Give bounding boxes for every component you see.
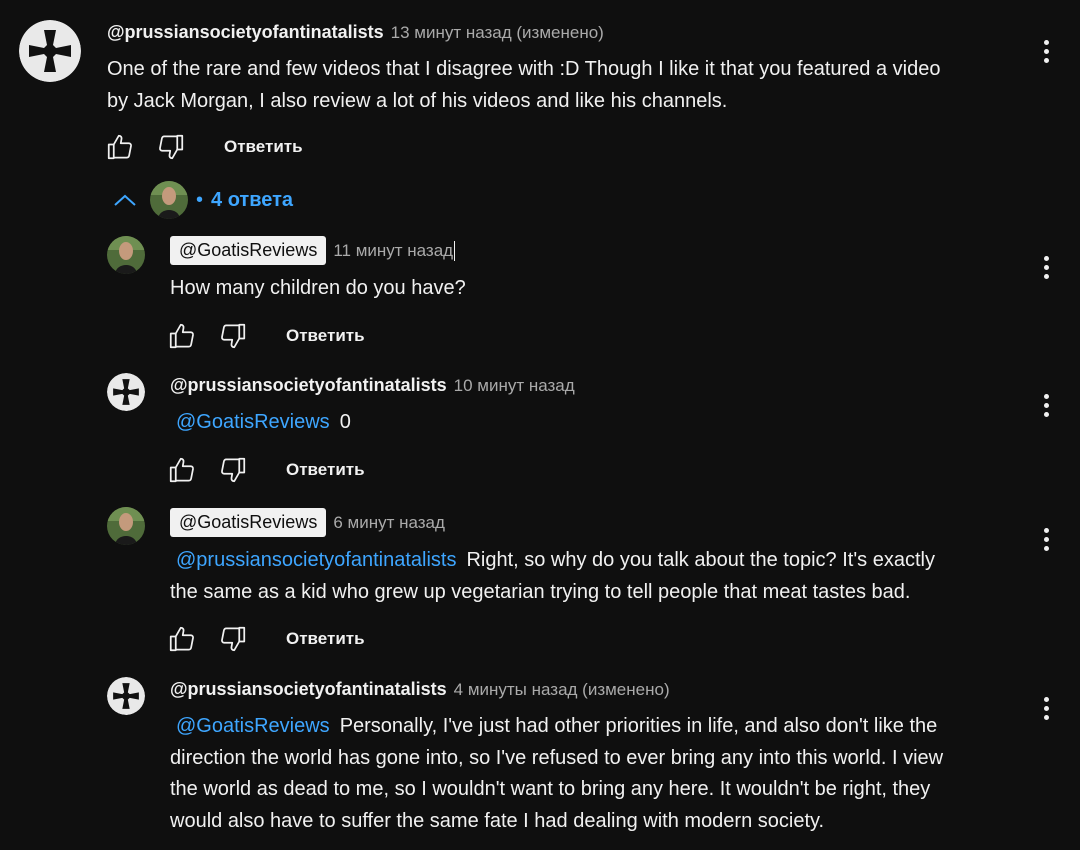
thumbs-down-icon[interactable] xyxy=(216,319,250,353)
person-avatar-icon xyxy=(150,181,188,219)
comment-text-line: How many children do you have? xyxy=(170,277,466,299)
comment-actions: Ответить xyxy=(165,622,365,656)
timestamp[interactable]: 13 минут назад (изменено) xyxy=(391,23,604,43)
comment-actions: Ответить xyxy=(165,453,365,487)
timestamp[interactable]: 10 минут назад xyxy=(454,376,575,396)
more-vert-icon[interactable] xyxy=(1036,250,1056,284)
more-vert-icon[interactable] xyxy=(1036,388,1056,422)
comment-text-span: Right, so why do you talk about the topi… xyxy=(466,549,935,571)
comment-actions: Ответить xyxy=(103,130,303,164)
timestamp[interactable]: 4 минуты назад (изменено) xyxy=(454,680,670,700)
comment-text: @GoatisReviews Personally, I've just had … xyxy=(170,711,943,837)
thumbs-up-icon[interactable] xyxy=(165,319,199,353)
thumbs-down-icon[interactable] xyxy=(216,622,250,656)
comment-text: @prussiansocietyofantinatalists Right, so… xyxy=(170,545,935,608)
thumbs-down-icon[interactable] xyxy=(216,453,250,487)
mention-link[interactable]: @GoatisReviews xyxy=(176,715,330,737)
author-name[interactable]: @prussiansocietyofantinatalists xyxy=(170,679,447,700)
reply-button[interactable]: Ответить xyxy=(286,629,365,649)
comment-header: @GoatisReviews 11 минут назад xyxy=(170,236,456,265)
timestamp[interactable]: 11 минут назад xyxy=(333,241,453,261)
thumbs-down-icon[interactable] xyxy=(154,130,188,164)
comment-text: @GoatisReviews 0 xyxy=(170,407,351,439)
author-name[interactable]: @prussiansocietyofantinatalists xyxy=(107,22,384,43)
thumbs-up-icon[interactable] xyxy=(165,453,199,487)
separator: • xyxy=(196,188,204,211)
author-name[interactable]: @GoatisReviews xyxy=(170,236,327,265)
cross-avatar-icon[interactable] xyxy=(107,677,145,715)
comment-text-line: One of the rare and few videos that I di… xyxy=(107,58,941,80)
cross-avatar-icon[interactable] xyxy=(107,373,145,411)
comment-text-line: @GoatisReviews Personally, I've just had … xyxy=(170,711,943,743)
comment-text-line: the world as dead to me, so I wouldn't w… xyxy=(170,778,931,800)
reply-button[interactable]: Ответить xyxy=(286,326,365,346)
replies-count[interactable]: 4 ответа xyxy=(211,189,293,212)
thumbs-up-icon[interactable] xyxy=(103,130,137,164)
comment-actions: Ответить xyxy=(165,319,365,353)
comment-text-span: Personally, I've just had other prioriti… xyxy=(339,715,938,737)
comment-text-span: 0 xyxy=(339,411,351,433)
comment-header: @GoatisReviews 6 минут назад xyxy=(170,508,445,537)
author-name[interactable]: @GoatisReviews xyxy=(170,508,327,537)
person-avatar-icon[interactable] xyxy=(107,236,145,274)
comment-header: @prussiansocietyofantinatalists 10 минут… xyxy=(170,375,575,396)
comment-text-line: direction the world has gone into, so I'… xyxy=(170,746,944,769)
text-cursor xyxy=(454,240,456,261)
comment-text-line: the same as a kid who grew up vegetarian… xyxy=(170,580,911,603)
chevron-up-icon[interactable] xyxy=(112,190,138,210)
comment-text-line: @prussiansocietyofantinatalists Right, so… xyxy=(170,545,935,577)
timestamp[interactable]: 6 минут назад xyxy=(333,513,445,533)
comment-text-line: would also have to suffer the same fate … xyxy=(170,809,825,832)
comment-text-line: by Jack Morgan, I also review a lot of h… xyxy=(107,89,728,112)
replies-toggle[interactable]: • 4 ответа xyxy=(112,181,293,219)
mention-link[interactable]: @prussiansocietyofantinatalists xyxy=(176,549,456,571)
more-vert-icon[interactable] xyxy=(1036,691,1056,725)
reply-button[interactable]: Ответить xyxy=(224,137,303,157)
comment-header: @prussiansocietyofantinatalists 4 минуты… xyxy=(170,679,670,700)
comment-text: One of the rare and few videos that I di… xyxy=(107,54,940,117)
more-vert-icon[interactable] xyxy=(1036,522,1056,556)
comment-text: How many children do you have? xyxy=(170,273,466,305)
more-vert-icon[interactable] xyxy=(1036,34,1056,68)
comment-text-line: @GoatisReviews 0 xyxy=(170,407,351,439)
mention-link[interactable]: @GoatisReviews xyxy=(176,411,330,433)
cross-avatar-icon[interactable] xyxy=(19,20,81,82)
person-avatar-icon[interactable] xyxy=(107,507,145,545)
thumbs-up-icon[interactable] xyxy=(165,622,199,656)
author-name[interactable]: @prussiansocietyofantinatalists xyxy=(170,375,447,396)
reply-button[interactable]: Ответить xyxy=(286,460,365,480)
comment-header: @prussiansocietyofantinatalists 13 минут… xyxy=(107,22,604,43)
